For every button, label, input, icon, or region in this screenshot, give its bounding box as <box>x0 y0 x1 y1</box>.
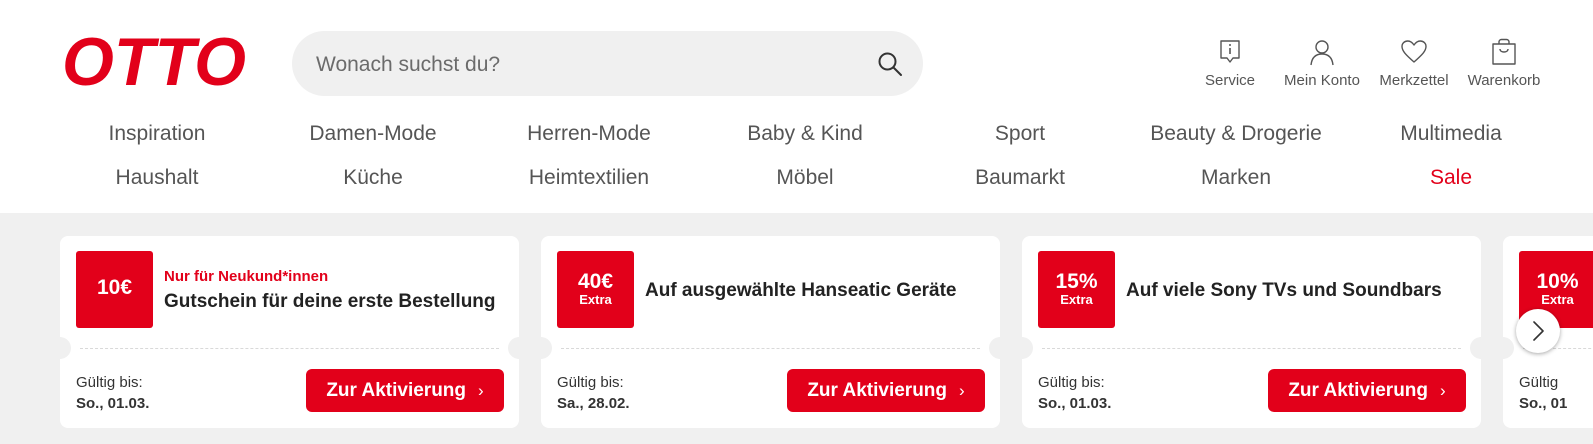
chevron-right-icon: › <box>959 381 965 400</box>
coupon-validity: Gültig bis: Sa., 28.02. <box>557 374 630 412</box>
nav-kueche[interactable]: Küche <box>273 166 473 190</box>
activate-button[interactable]: Zur Aktivierung › <box>787 369 985 412</box>
svg-text:OTTO: OTTO <box>62 28 246 94</box>
chevron-right-icon: › <box>1440 381 1446 400</box>
coupon-badge: 40€ Extra <box>557 251 634 328</box>
activate-button[interactable]: Zur Aktivierung › <box>1268 369 1466 412</box>
nav-marken[interactable]: Marken <box>1136 166 1336 190</box>
coupon-card: 10€ Nur für Neukund*innen Gutschein für … <box>49 236 530 428</box>
nav-haushalt[interactable]: Haushalt <box>57 166 257 190</box>
nav-inspiration[interactable]: Inspiration <box>57 122 257 146</box>
nav-damen-mode[interactable]: Damen-Mode <box>273 122 473 146</box>
nav-beauty-drogerie[interactable]: Beauty & Drogerie <box>1136 122 1336 146</box>
account-label: Mein Konto <box>1284 72 1360 89</box>
search-icon[interactable] <box>877 51 903 77</box>
nav-heimtextilien[interactable]: Heimtextilien <box>489 166 689 190</box>
wishlist-link[interactable]: Merkzettel <box>1372 38 1456 94</box>
nav-baumarkt[interactable]: Baumarkt <box>920 166 1120 190</box>
coupon-validity: Gültig bis: So., 01.03. <box>76 374 150 412</box>
coupon-validity: Gültig bis: So., 01.03. <box>1038 374 1112 412</box>
carousel-next-button[interactable] <box>1516 309 1560 353</box>
cart-label: Warenkorb <box>1467 72 1541 89</box>
coupon-card: 15% Extra Auf viele Sony TVs und Soundba… <box>1011 236 1492 428</box>
chevron-right-icon: › <box>478 381 484 400</box>
site-header: OTTO Service Mein Konto Merkzettel <box>0 0 1593 213</box>
account-link[interactable]: Mein Konto <box>1276 38 1368 94</box>
chevron-right-icon <box>1533 321 1544 341</box>
bag-icon <box>1492 38 1516 65</box>
user-icon <box>1310 40 1334 66</box>
coupon-carousel: 10€ Nur für Neukund*innen Gutschein für … <box>0 213 1593 444</box>
coupon-title: Gutschein für deine erste Bestellung <box>164 291 496 312</box>
activate-button[interactable]: Zur Aktivierung › <box>306 369 504 412</box>
service-link[interactable]: Service <box>1198 38 1262 94</box>
nav-baby-kind[interactable]: Baby & Kind <box>705 122 905 146</box>
cart-link[interactable]: Warenkorb <box>1460 38 1548 94</box>
heart-icon <box>1401 40 1427 63</box>
service-label: Service <box>1204 72 1256 89</box>
nav-moebel[interactable]: Möbel <box>705 166 905 190</box>
info-icon <box>1220 40 1240 63</box>
coupon-badge: 15% Extra <box>1038 251 1115 328</box>
wishlist-label: Merkzettel <box>1379 72 1449 89</box>
nav-herren-mode[interactable]: Herren-Mode <box>489 122 689 146</box>
otto-logo[interactable]: OTTO <box>60 28 248 94</box>
coupon-title: Auf viele Sony TVs und Soundbars <box>1126 280 1442 301</box>
divider <box>561 348 980 349</box>
divider <box>80 348 499 349</box>
search-input[interactable] <box>314 31 858 98</box>
nav-sale[interactable]: Sale <box>1351 166 1551 190</box>
coupon-card: 40€ Extra Auf ausgewählte Hanseatic Gerä… <box>530 236 1011 428</box>
search-bar <box>292 31 923 98</box>
nav-sport[interactable]: Sport <box>920 122 1120 146</box>
coupon-title: Auf ausgewählte Hanseatic Geräte <box>645 280 957 301</box>
coupon-validity: Gültig So., 01 <box>1519 374 1568 412</box>
coupon-badge: 10€ <box>76 251 153 328</box>
coupon-kicker: Nur für Neukund*innen <box>164 268 329 285</box>
nav-multimedia[interactable]: Multimedia <box>1351 122 1551 146</box>
divider <box>1042 348 1461 349</box>
